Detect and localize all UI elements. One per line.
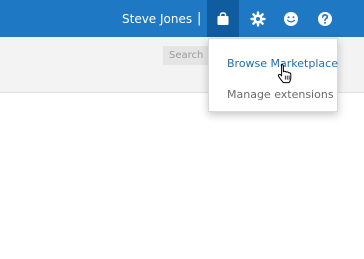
top-header-bar: Steve Jones | xyxy=(0,0,364,37)
hand-pointer-cursor-icon xyxy=(277,63,293,89)
feedback-button[interactable] xyxy=(275,0,307,37)
marketplace-dropdown-menu: Browse Marketplace Manage extensions xyxy=(208,38,338,112)
marketplace-bag-icon xyxy=(216,11,230,26)
settings-button[interactable] xyxy=(242,0,274,37)
gear-icon xyxy=(250,10,266,27)
header-separator: | xyxy=(197,11,202,26)
smiley-feedback-icon xyxy=(283,11,299,27)
manage-extensions-item[interactable]: Manage extensions xyxy=(227,88,334,101)
help-button[interactable] xyxy=(309,0,341,37)
help-icon xyxy=(317,11,333,27)
user-name-link[interactable]: Steve Jones xyxy=(122,12,192,26)
marketplace-button[interactable] xyxy=(207,0,239,37)
